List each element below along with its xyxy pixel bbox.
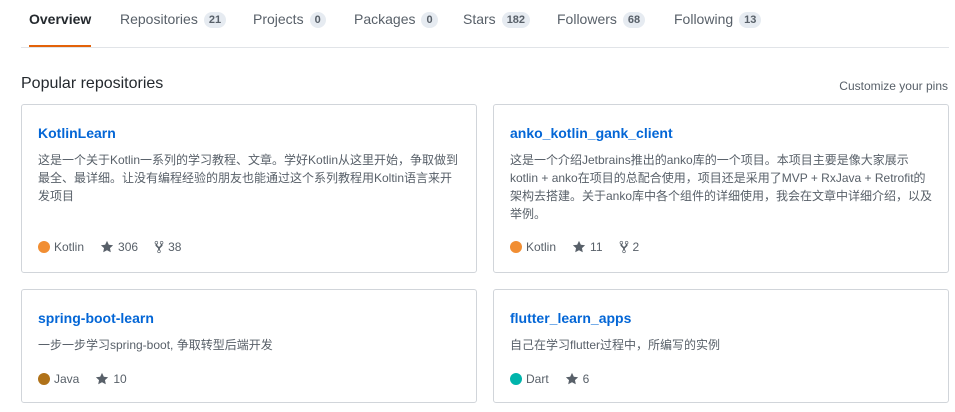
repo-name-link[interactable]: anko_kotlin_gank_client	[510, 125, 673, 141]
tab-stars[interactable]: Stars 182	[463, 0, 531, 46]
tab-followers[interactable]: Followers 68	[557, 0, 646, 46]
forks-count: 38	[168, 240, 182, 254]
repo-stars[interactable]: 306	[100, 239, 138, 255]
language-color-dot	[38, 373, 50, 385]
tab-label: Followers	[557, 11, 617, 27]
forks-count: 2	[632, 240, 640, 254]
repo-description: 自己在学习flutter过程中，所编写的实例	[510, 338, 721, 352]
language-label: Java	[54, 372, 80, 386]
repo-name-link[interactable]: KotlinLearn	[38, 125, 116, 141]
tab-count: 0	[421, 12, 438, 28]
repo-language: Java	[38, 371, 79, 387]
repo-stars[interactable]: 10	[95, 371, 127, 387]
tab-count: 13	[739, 12, 762, 28]
tab-label: Stars	[463, 11, 496, 27]
tab-count: 182	[501, 12, 531, 28]
tab-packages[interactable]: Packages 0	[354, 0, 438, 46]
repo-meta: Dart 6	[510, 371, 605, 387]
repo-language: Dart	[510, 371, 549, 387]
section-title: Popular repositories	[21, 75, 164, 92]
stars-count: 10	[113, 372, 127, 386]
pinned-repo-card: KotlinLearn 这是一个关于Kotlin一系列的学习教程、文章。学好Ko…	[21, 104, 477, 273]
repo-meta: Kotlin 306 38	[38, 239, 197, 255]
repo-description: 这是一个介绍Jetbrains推出的anko库的一个项目。本项目主要是像大家展示…	[510, 153, 933, 221]
tab-repositories[interactable]: Repositories 21	[120, 0, 227, 46]
star-icon	[96, 372, 109, 385]
stars-count: 11	[590, 240, 603, 254]
repo-language: Kotlin	[38, 239, 84, 255]
repo-meta: Java 10	[38, 371, 143, 387]
star-icon	[100, 240, 114, 253]
tab-label: Overview	[29, 11, 92, 27]
star-icon	[565, 372, 578, 385]
tab-projects[interactable]: Projects 0	[253, 0, 326, 46]
repo-language: Kotlin	[510, 239, 556, 255]
tab-count: 21	[203, 12, 227, 28]
profile-tabs: Overview Repositories 21 Projects 0 Packag…	[21, 0, 949, 48]
repo-stars[interactable]: 6	[565, 371, 590, 387]
tab-count: 0	[309, 12, 326, 28]
stars-count: 6	[582, 372, 590, 386]
pinned-repo-card: anko_kotlin_gank_client 这是一个介绍Jetbrains推…	[493, 104, 949, 273]
pinned-repo-card: flutter_learn_apps 自己在学习flutter过程中，所编写的实…	[493, 289, 949, 403]
repo-description: 一步一步学习spring-boot, 争取转型后端开发	[38, 338, 273, 352]
language-color-dot	[510, 241, 522, 253]
tab-overview[interactable]: Overview	[29, 0, 92, 47]
repo-forks[interactable]: 2	[619, 239, 640, 255]
repo-description: 这是一个关于Kotlin一系列的学习教程、文章。学好Kotlin从这里开始，争取…	[38, 153, 459, 203]
stars-count: 306	[118, 240, 139, 254]
customize-pins-link[interactable]: Customize your pins	[839, 79, 948, 93]
fork-icon	[154, 240, 164, 254]
pinned-repo-card: spring-boot-learn 一步一步学习spring-boot, 争取转…	[21, 289, 477, 403]
repo-stars[interactable]: 11	[572, 239, 603, 255]
language-label: Kotlin	[54, 240, 85, 254]
repo-name-link[interactable]: spring-boot-learn	[38, 310, 154, 326]
tab-following[interactable]: Following 13	[674, 0, 762, 46]
star-icon	[572, 240, 586, 253]
tab-count: 68	[622, 12, 646, 28]
language-color-dot	[38, 241, 50, 253]
language-label: Kotlin	[526, 240, 557, 254]
language-label: Dart	[526, 372, 549, 386]
tab-label: Packages	[354, 11, 416, 27]
repo-meta: Kotlin 11 2	[510, 239, 655, 255]
fork-icon	[619, 240, 628, 254]
tab-label: Following	[674, 11, 734, 27]
tab-label: Repositories	[120, 11, 198, 27]
repo-forks[interactable]: 38	[154, 239, 181, 255]
tab-label: Projects	[253, 11, 304, 27]
language-color-dot	[510, 373, 522, 385]
repo-name-link[interactable]: flutter_learn_apps	[510, 310, 631, 326]
